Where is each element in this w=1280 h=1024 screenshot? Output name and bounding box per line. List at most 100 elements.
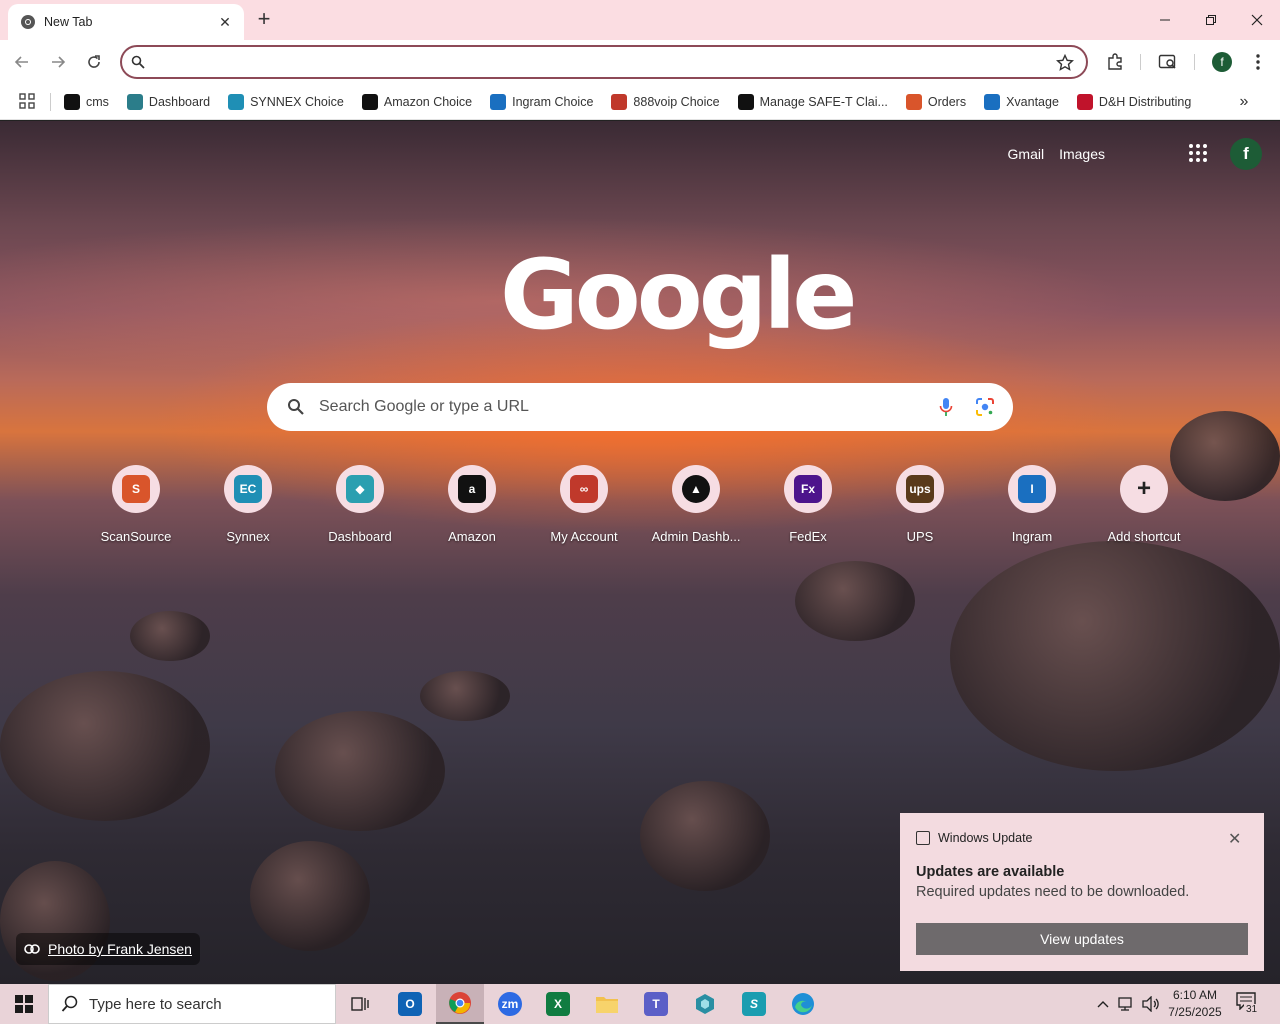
outlook-icon: O — [398, 992, 422, 1016]
shortcut-add-shortcut[interactable]: + Add shortcut — [1088, 465, 1200, 544]
bookmark-label: D&H Distributing — [1098, 95, 1192, 109]
close-icon — [1251, 14, 1263, 26]
taskbar-clock[interactable]: 6:10 AM 7/25/2025 — [1160, 987, 1230, 1021]
scansource-taskbar-button[interactable]: S — [730, 984, 778, 1024]
toolbar-divider — [1194, 54, 1195, 70]
shortcut-label: Dashboard — [328, 529, 392, 544]
ingram-icon — [984, 94, 1001, 110]
bookmark-label: cms — [86, 95, 109, 109]
speaker-icon — [1142, 996, 1159, 1012]
link-icon — [24, 944, 40, 954]
shortcut-my-account[interactable]: ∞ My Account — [528, 465, 640, 544]
arrow-right-icon — [52, 56, 66, 68]
background-rock — [250, 841, 370, 951]
task-view-icon — [351, 997, 369, 1011]
back-button[interactable] — [10, 50, 34, 74]
bookmark-d-h-distributing[interactable]: D&H Distributing — [1075, 88, 1199, 116]
bookmark-manage-safe-t-clai[interactable]: Manage SAFE-T Clai... — [736, 88, 896, 116]
shortcut-ups[interactable]: ups UPS — [864, 465, 976, 544]
shortcut-synnex[interactable]: EC Synnex — [192, 465, 304, 544]
google-lens-icon[interactable] — [975, 397, 995, 417]
show-hidden-icons-button[interactable] — [1092, 984, 1114, 1024]
bookmark-cms[interactable]: cms — [62, 88, 117, 116]
shortcut-tile: a — [448, 465, 496, 513]
start-button[interactable] — [0, 984, 48, 1024]
bookmark-dashboard[interactable]: Dashboard — [125, 88, 218, 116]
shortcut-amazon[interactable]: a Amazon — [416, 465, 528, 544]
bookmark-label: Amazon Choice — [383, 95, 473, 109]
bookmarks-bar: cms Dashboard SYNNEX Choice Amazon Choice In… — [0, 84, 1280, 120]
extensions-button[interactable] — [1103, 50, 1127, 74]
shortcut-label: Synnex — [226, 529, 270, 544]
file-explorer-taskbar-button[interactable] — [583, 984, 631, 1024]
arrow-left-icon — [14, 56, 28, 68]
bookmark-synnex-choice[interactable]: SYNNEX Choice — [226, 88, 352, 116]
view-updates-button[interactable]: View updates — [916, 923, 1248, 955]
address-bar[interactable] — [120, 45, 1088, 79]
bookmark-xvantage[interactable]: Xvantage — [982, 88, 1067, 116]
shortcut-dashboard[interactable]: ◆ Dashboard — [304, 465, 416, 544]
excel-taskbar-button[interactable]: X — [534, 984, 582, 1024]
more-bookmarks-button[interactable]: » — [1234, 92, 1254, 112]
shortcut-scansource[interactable]: S ScanSource — [80, 465, 192, 544]
reload-button[interactable] — [82, 50, 106, 74]
search-icon — [288, 399, 304, 415]
profile-avatar-button[interactable]: f — [1212, 52, 1232, 72]
minimize-button[interactable] — [1142, 0, 1188, 40]
bookmark-label: Dashboard — [148, 95, 211, 109]
star-icon[interactable] — [1056, 54, 1074, 72]
menu-button[interactable] — [1246, 50, 1270, 74]
notification-count: 31 — [1244, 1004, 1260, 1015]
admin-icon: ▲ — [682, 475, 710, 503]
shortcut-tile: EC — [224, 465, 272, 513]
gmail-link[interactable]: Gmail — [1008, 146, 1045, 162]
folder-icon — [596, 997, 618, 1013]
forward-button[interactable] — [46, 50, 70, 74]
tab-close-button[interactable]: ✕ — [216, 13, 234, 31]
dandh-icon — [1076, 94, 1093, 110]
edge-taskbar-button[interactable] — [779, 984, 827, 1024]
action-center-button[interactable]: 31 — [1236, 992, 1260, 1016]
microphone-icon[interactable] — [939, 397, 953, 417]
new-tab-button[interactable]: + — [252, 8, 276, 32]
synnex-icon: EC — [234, 475, 262, 503]
hexagon-app-icon — [696, 994, 714, 1014]
outlook-taskbar-button[interactable]: O — [386, 984, 434, 1024]
photo-credit-link[interactable]: Photo by Frank Jensen — [16, 933, 200, 965]
shortcut-fedex[interactable]: Fx FedEx — [752, 465, 864, 544]
ntp-top-links: Gmail Images — [1008, 144, 1120, 164]
toast-close-button[interactable]: ✕ — [1228, 829, 1241, 849]
tab-new-tab[interactable]: New Tab ✕ — [8, 4, 244, 40]
bookmark-ingram-choice[interactable]: Ingram Choice — [488, 88, 601, 116]
plus-icon: + — [1136, 475, 1151, 502]
task-view-button[interactable] — [336, 984, 384, 1024]
bookmark-888voip-choice[interactable]: 888voip Choice — [609, 88, 727, 116]
address-input[interactable] — [154, 51, 1034, 73]
restore-icon — [1206, 15, 1216, 25]
apps-grid-icon[interactable] — [18, 92, 36, 110]
close-window-button[interactable] — [1234, 0, 1280, 40]
bookmark-amazon-choice[interactable]: Amazon Choice — [360, 88, 480, 116]
search-icon — [61, 995, 78, 1012]
account-avatar[interactable]: f — [1230, 138, 1262, 170]
bookmark-orders[interactable]: Orders — [904, 88, 974, 116]
google-apps-icon[interactable] — [1188, 143, 1208, 163]
tab-search-button[interactable] — [1156, 50, 1180, 74]
windows-update-toast: Windows Update ✕ Updates are available R… — [900, 813, 1264, 971]
ntp-search-input[interactable] — [319, 395, 919, 419]
network-button[interactable] — [1116, 984, 1138, 1024]
bookmark-label: Manage SAFE-T Clai... — [759, 95, 888, 109]
taskbar-search-box[interactable]: Type here to search — [48, 984, 336, 1024]
teams-taskbar-button[interactable]: T — [632, 984, 680, 1024]
app-taskbar-button[interactable] — [681, 984, 729, 1024]
maximize-button[interactable] — [1188, 0, 1234, 40]
toast-app-name: Windows Update — [938, 831, 1033, 845]
volume-button[interactable] — [1140, 984, 1162, 1024]
images-link[interactable]: Images — [1059, 146, 1105, 162]
shortcut-admin-dashb[interactable]: ▲ Admin Dashb... — [640, 465, 752, 544]
chrome-taskbar-button[interactable] — [436, 984, 484, 1024]
shortcut-ingram[interactable]: I Ingram — [976, 465, 1088, 544]
ntp-search-box[interactable] — [267, 383, 1013, 431]
zoom-taskbar-button[interactable]: zm — [486, 984, 534, 1024]
shortcut-label: Ingram — [1011, 529, 1053, 544]
